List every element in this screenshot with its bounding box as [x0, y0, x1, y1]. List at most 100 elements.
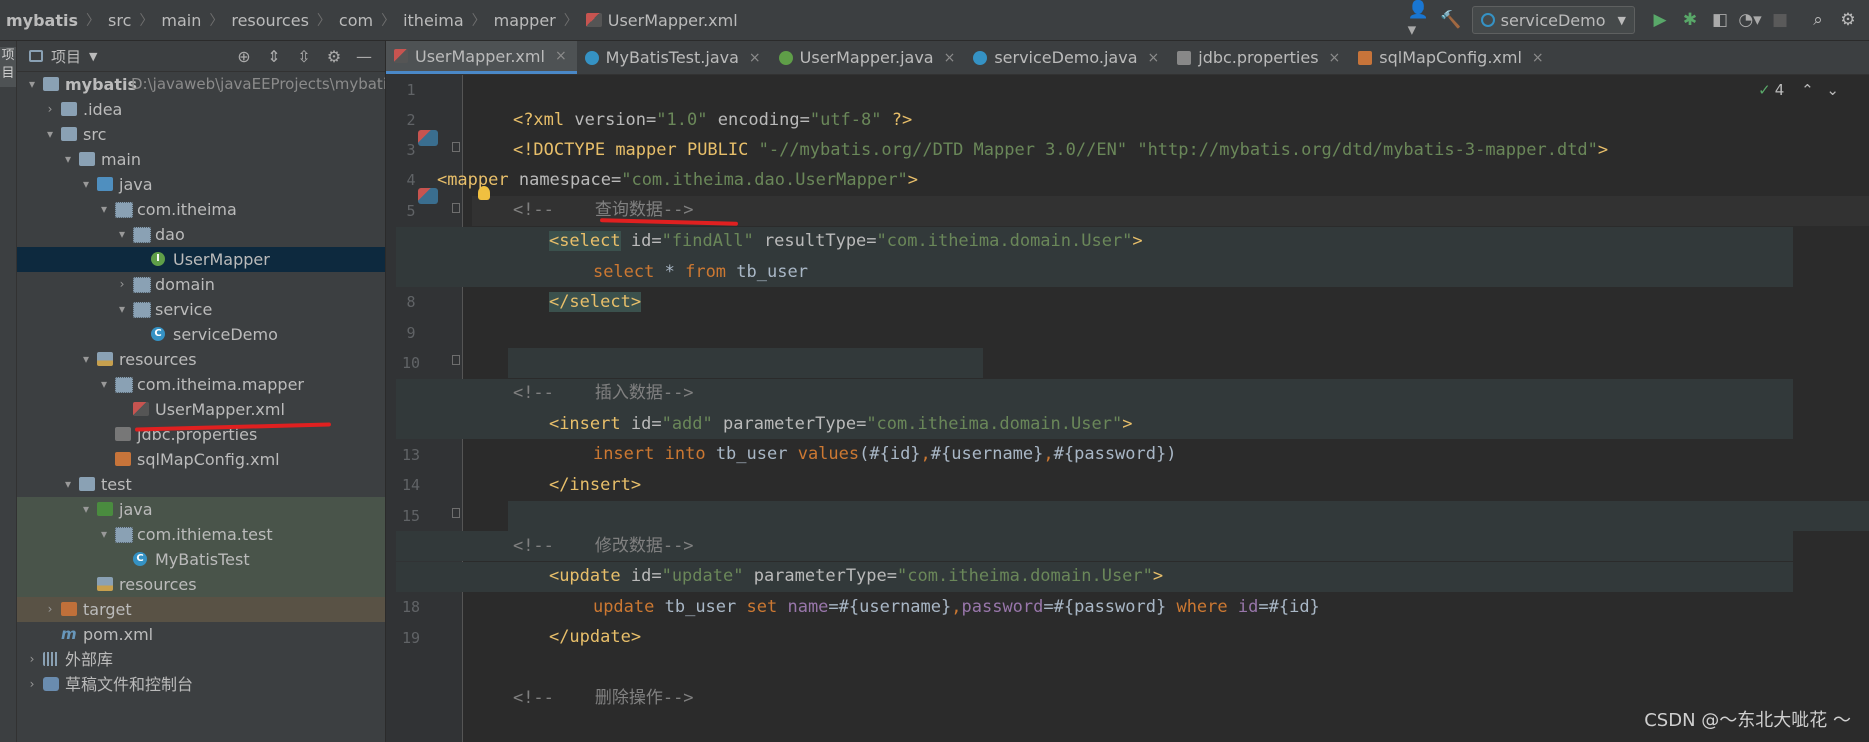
- breadcrumb-mapper[interactable]: mapper: [494, 11, 556, 30]
- tab-jdbc-properties[interactable]: jdbc.properties ×: [1169, 41, 1350, 74]
- chevron-right-icon[interactable]: ›: [115, 272, 129, 297]
- chevron-right-icon: 〉: [209, 13, 224, 29]
- chevron-down-icon[interactable]: ▾: [79, 497, 93, 522]
- collapse-all-icon[interactable]: ⇳: [289, 45, 319, 67]
- tree-item-com-ithiema-test[interactable]: ▾ com.ithiema.test: [17, 522, 385, 547]
- breadcrumb-usermapper-xml[interactable]: UserMapper.xml: [608, 11, 738, 30]
- chevron-down-icon[interactable]: ▾: [61, 472, 75, 497]
- chevron-down-icon[interactable]: ▼: [89, 50, 97, 63]
- tree-item-domain[interactable]: › domain: [17, 272, 385, 297]
- tab-usermapper-xml[interactable]: UserMapper.xml ×: [386, 41, 577, 74]
- tab-usermapper-java[interactable]: UserMapper.java ×: [771, 41, 966, 74]
- chevron-right-icon[interactable]: ›: [43, 97, 57, 122]
- tree-item-main[interactable]: ▾ main: [17, 147, 385, 172]
- breadcrumb-src[interactable]: src: [108, 11, 131, 30]
- chevron-down-icon[interactable]: ▾: [79, 347, 93, 372]
- chevron-down-icon[interactable]: ▾: [115, 222, 129, 247]
- locate-icon[interactable]: ⊕: [229, 45, 259, 67]
- tree-item-label: .idea: [83, 100, 123, 119]
- minimize-icon[interactable]: —: [349, 45, 379, 67]
- tree-item-src[interactable]: ▾ src: [17, 122, 385, 147]
- fold-marker-icon[interactable]: [452, 355, 460, 365]
- tree-item-test-resources[interactable]: resources: [17, 572, 385, 597]
- tree-item-test[interactable]: ▾ test: [17, 472, 385, 497]
- tab-servicedemo-java[interactable]: serviceDemo.java ×: [965, 41, 1169, 74]
- chevron-down-icon[interactable]: ▾: [97, 522, 111, 547]
- chevron-up-icon[interactable]: ⌃: [1801, 81, 1814, 99]
- chevron-down-icon[interactable]: ▾: [97, 372, 111, 397]
- tree-item-com-itheima[interactable]: ▾ com.itheima: [17, 197, 385, 222]
- fold-marker-icon[interactable]: [452, 508, 460, 518]
- tree-item-target[interactable]: › target: [17, 597, 385, 622]
- chevron-down-icon[interactable]: ▾: [61, 147, 75, 172]
- chevron-down-icon[interactable]: ▾: [43, 122, 57, 147]
- chevron-right-icon[interactable]: ›: [25, 647, 39, 672]
- gear-icon[interactable]: ⚙: [319, 45, 349, 67]
- expand-all-icon[interactable]: ⇕: [259, 45, 289, 67]
- tree-item-external-libraries[interactable]: › 外部库: [17, 647, 385, 672]
- close-icon[interactable]: ×: [1532, 50, 1544, 66]
- debug-icon[interactable]: ✱: [1677, 7, 1703, 33]
- project-panel-title[interactable]: 项目: [51, 46, 81, 67]
- profile-icon[interactable]: ◔▾: [1737, 7, 1763, 33]
- close-icon[interactable]: ×: [944, 50, 956, 66]
- tree-item-label: 外部库: [65, 650, 114, 669]
- code-line-9: <!-- 插入数据-->: [472, 348, 694, 403]
- breadcrumb-com[interactable]: com: [339, 11, 373, 30]
- close-icon[interactable]: ×: [749, 50, 761, 66]
- code-token: into: [664, 444, 706, 464]
- chevron-down-icon[interactable]: ▾: [115, 297, 129, 322]
- breadcrumb-resources[interactable]: resources: [231, 11, 309, 30]
- tree-item-dao[interactable]: ▾ dao: [17, 222, 385, 247]
- tree-item-test-java[interactable]: ▾ java: [17, 497, 385, 522]
- code-line-11: insert into tb_user values(#{id},#{usern…: [552, 409, 1177, 464]
- tree-item-service[interactable]: ▾ service: [17, 297, 385, 322]
- tree-item-resources[interactable]: ▾ resources: [17, 347, 385, 372]
- inspection-status[interactable]: ✓ 4 ⌃ ⌄: [1758, 81, 1839, 99]
- tree-item-idea[interactable]: › .idea: [17, 97, 385, 122]
- chevron-down-icon[interactable]: ⌄: [1826, 81, 1839, 99]
- code-token: where: [1176, 597, 1228, 617]
- tree-item-label: java: [119, 500, 153, 519]
- search-icon[interactable]: ⌕: [1805, 7, 1831, 33]
- close-icon[interactable]: ×: [1148, 50, 1160, 66]
- close-icon[interactable]: ×: [1329, 50, 1341, 66]
- tree-item-pom-xml[interactable]: m pom.xml: [17, 622, 385, 647]
- tree-item-mybatis[interactable]: ▾ mybatis D:\javaweb\javaEEProjects\myba…: [17, 72, 385, 97]
- settings-icon[interactable]: ⚙: [1835, 7, 1861, 33]
- close-icon[interactable]: ×: [555, 48, 567, 64]
- tree-item-java[interactable]: ▾ java: [17, 172, 385, 197]
- tree-item-mybatistest[interactable]: C MyBatisTest: [17, 547, 385, 572]
- class-icon: [1480, 13, 1495, 27]
- tab-mybatistest-java[interactable]: MyBatisTest.java ×: [577, 41, 771, 74]
- chevron-down-icon[interactable]: ▾: [25, 72, 39, 97]
- chevron-right-icon[interactable]: ›: [25, 672, 39, 697]
- coverage-icon[interactable]: ◧: [1707, 7, 1733, 33]
- run-icon[interactable]: ▶: [1647, 7, 1673, 33]
- class-icon: C: [133, 552, 147, 566]
- stop-icon[interactable]: ■: [1767, 7, 1793, 33]
- build-hammer-icon[interactable]: 🔨: [1438, 7, 1464, 33]
- code-line-3: <mapper namespace="com.itheima.dao.UserM…: [396, 135, 918, 190]
- library-icon: [43, 652, 59, 666]
- line-number: 10: [401, 354, 421, 372]
- run-configuration-select[interactable]: serviceDemo ▼: [1471, 6, 1635, 34]
- tree-item-usermapper-xml[interactable]: UserMapper.xml: [17, 397, 385, 422]
- fold-marker-icon[interactable]: [452, 203, 460, 213]
- project-tool-tab[interactable]: 项目: [0, 47, 16, 87]
- breadcrumb-mybatis[interactable]: mybatis: [6, 11, 78, 30]
- tree-item-com-itheima-mapper[interactable]: ▾ com.itheima.mapper: [17, 372, 385, 397]
- breadcrumb-itheima[interactable]: itheima: [403, 11, 464, 30]
- tree-item-scratches[interactable]: › 草稿文件和控制台: [17, 672, 385, 697]
- tab-sqlmapconfig-xml[interactable]: sqlMapConfig.xml ×: [1350, 41, 1553, 74]
- user-icon[interactable]: 👤▾: [1408, 0, 1434, 40]
- breadcrumb-main[interactable]: main: [161, 11, 201, 30]
- chevron-down-icon[interactable]: ▾: [97, 197, 111, 222]
- tree-item-servicedemo[interactable]: C serviceDemo: [17, 322, 385, 347]
- tree-item-usermapper[interactable]: I UserMapper: [17, 247, 385, 272]
- code-token: values: [797, 444, 860, 464]
- tree-item-sqlmapconfig-xml[interactable]: sqlMapConfig.xml: [17, 447, 385, 472]
- chevron-right-icon[interactable]: ›: [43, 597, 57, 622]
- code-editor[interactable]: 1 2 3 4 5 6 7 8 9 10 11 12 13 14 15 16 1…: [386, 75, 1869, 742]
- chevron-down-icon[interactable]: ▾: [79, 172, 93, 197]
